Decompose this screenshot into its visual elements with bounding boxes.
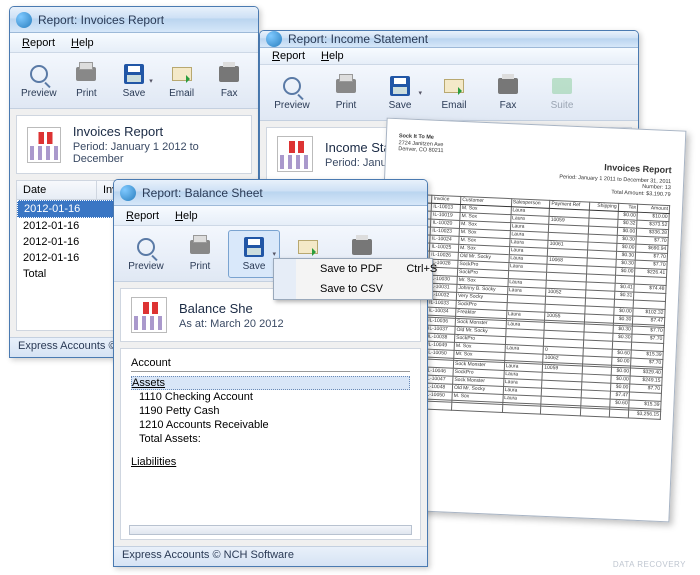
suite-button[interactable]: Suite: [536, 69, 588, 117]
report-title: Invoices Report: [73, 124, 241, 139]
email-icon: [442, 74, 466, 98]
fax-icon: [350, 235, 374, 259]
col-date[interactable]: Date: [17, 181, 97, 199]
menu-report[interactable]: Report: [264, 48, 313, 64]
menu-help[interactable]: Help: [167, 208, 206, 224]
email-icon: [170, 62, 194, 86]
preview-icon: [280, 74, 304, 98]
window-balance-sheet: Report: Balance Sheet Report Help Previe…: [113, 179, 428, 567]
app-icon: [120, 185, 136, 201]
preview-icon: [134, 235, 158, 259]
balance-body: Account Assets 1110 Checking Account 119…: [120, 348, 421, 540]
print-icon: [334, 74, 358, 98]
print-button[interactable]: Print: [320, 69, 372, 117]
menubar: Report Help: [10, 33, 258, 53]
print-button[interactable]: Print: [174, 230, 226, 278]
fax-icon: [496, 74, 520, 98]
suite-icon: [550, 74, 574, 98]
save-button[interactable]: Save▾: [111, 57, 157, 105]
window-title: Report: Income Statement: [288, 32, 428, 46]
titlebar[interactable]: Report: Income Statement: [260, 31, 638, 48]
list-item[interactable]: 1210 Accounts Receivable: [131, 418, 410, 432]
report-icon: [131, 297, 167, 333]
chevron-down-icon: ▾: [272, 250, 276, 258]
list-item[interactable]: 1190 Petty Cash: [131, 404, 410, 418]
menubar: Report Help: [114, 206, 427, 226]
shortcut: Ctrl+S: [406, 263, 437, 275]
print-icon: [74, 62, 98, 86]
print-button[interactable]: Print: [64, 57, 110, 105]
list-item[interactable]: Total Assets:: [131, 432, 410, 446]
report-title: Balance She: [179, 301, 284, 316]
fax-button[interactable]: Fax: [482, 69, 534, 117]
list-item[interactable]: 1110 Checking Account: [131, 390, 410, 404]
menu-help[interactable]: Help: [63, 35, 102, 51]
scrollbar-horizontal[interactable]: [129, 525, 412, 535]
app-icon: [266, 31, 282, 47]
preview-button[interactable]: Preview: [16, 57, 62, 105]
menu-save-pdf[interactable]: Save to PDFCtrl+S: [274, 259, 432, 279]
toolbar: Preview Print Save▾ Email Fax Suite: [260, 65, 638, 121]
window-title: Report: Invoices Report: [38, 13, 164, 27]
save-button[interactable]: Save▾: [374, 69, 426, 117]
print-icon: [188, 235, 212, 259]
preview-button[interactable]: Preview: [120, 230, 172, 278]
invoice-table: DateInvoiceCustomerSalespersonPayment Re…: [387, 193, 670, 420]
report-period: Period: January 1 2012 to December: [73, 141, 241, 165]
email-button[interactable]: Email: [428, 69, 480, 117]
titlebar[interactable]: Report: Invoices Report: [10, 7, 258, 33]
menubar: Report Help: [260, 48, 638, 65]
report-asat: As at: March 20 2012: [179, 318, 284, 330]
email-button[interactable]: Email: [159, 57, 205, 105]
titlebar[interactable]: Report: Balance Sheet: [114, 180, 427, 206]
menu-report[interactable]: Report: [118, 208, 167, 224]
chevron-down-icon: ▾: [149, 77, 153, 85]
toolbar: Preview Print Save▾ Email Fax: [10, 53, 258, 109]
watermark: DATA RECOVERY: [613, 560, 686, 569]
menu-save-csv[interactable]: Save to CSV: [274, 279, 432, 299]
report-header: Invoices Report Period: January 1 2012 t…: [16, 115, 252, 174]
statusbar: Express Accounts © NCH Software: [114, 546, 427, 566]
report-icon: [277, 136, 313, 172]
preview-button[interactable]: Preview: [266, 69, 318, 117]
fax-button[interactable]: Fax: [206, 57, 252, 105]
preview-icon: [27, 62, 51, 86]
section-liabilities[interactable]: Liabilities: [131, 456, 410, 468]
email-icon: [296, 235, 320, 259]
menu-help[interactable]: Help: [313, 48, 352, 64]
save-icon: [122, 62, 146, 86]
fax-icon: [217, 62, 241, 86]
save-icon: [388, 74, 412, 98]
menu-report[interactable]: Report: [14, 35, 63, 51]
save-dropdown-menu: Save to PDFCtrl+S Save to CSV: [273, 258, 433, 300]
window-title: Report: Balance Sheet: [142, 186, 263, 200]
save-icon: [242, 235, 266, 259]
report-icon: [27, 127, 61, 163]
chevron-down-icon: ▾: [418, 89, 422, 97]
app-icon: [16, 12, 32, 28]
col-account: Account: [131, 355, 410, 372]
section-assets[interactable]: Assets: [131, 376, 410, 390]
